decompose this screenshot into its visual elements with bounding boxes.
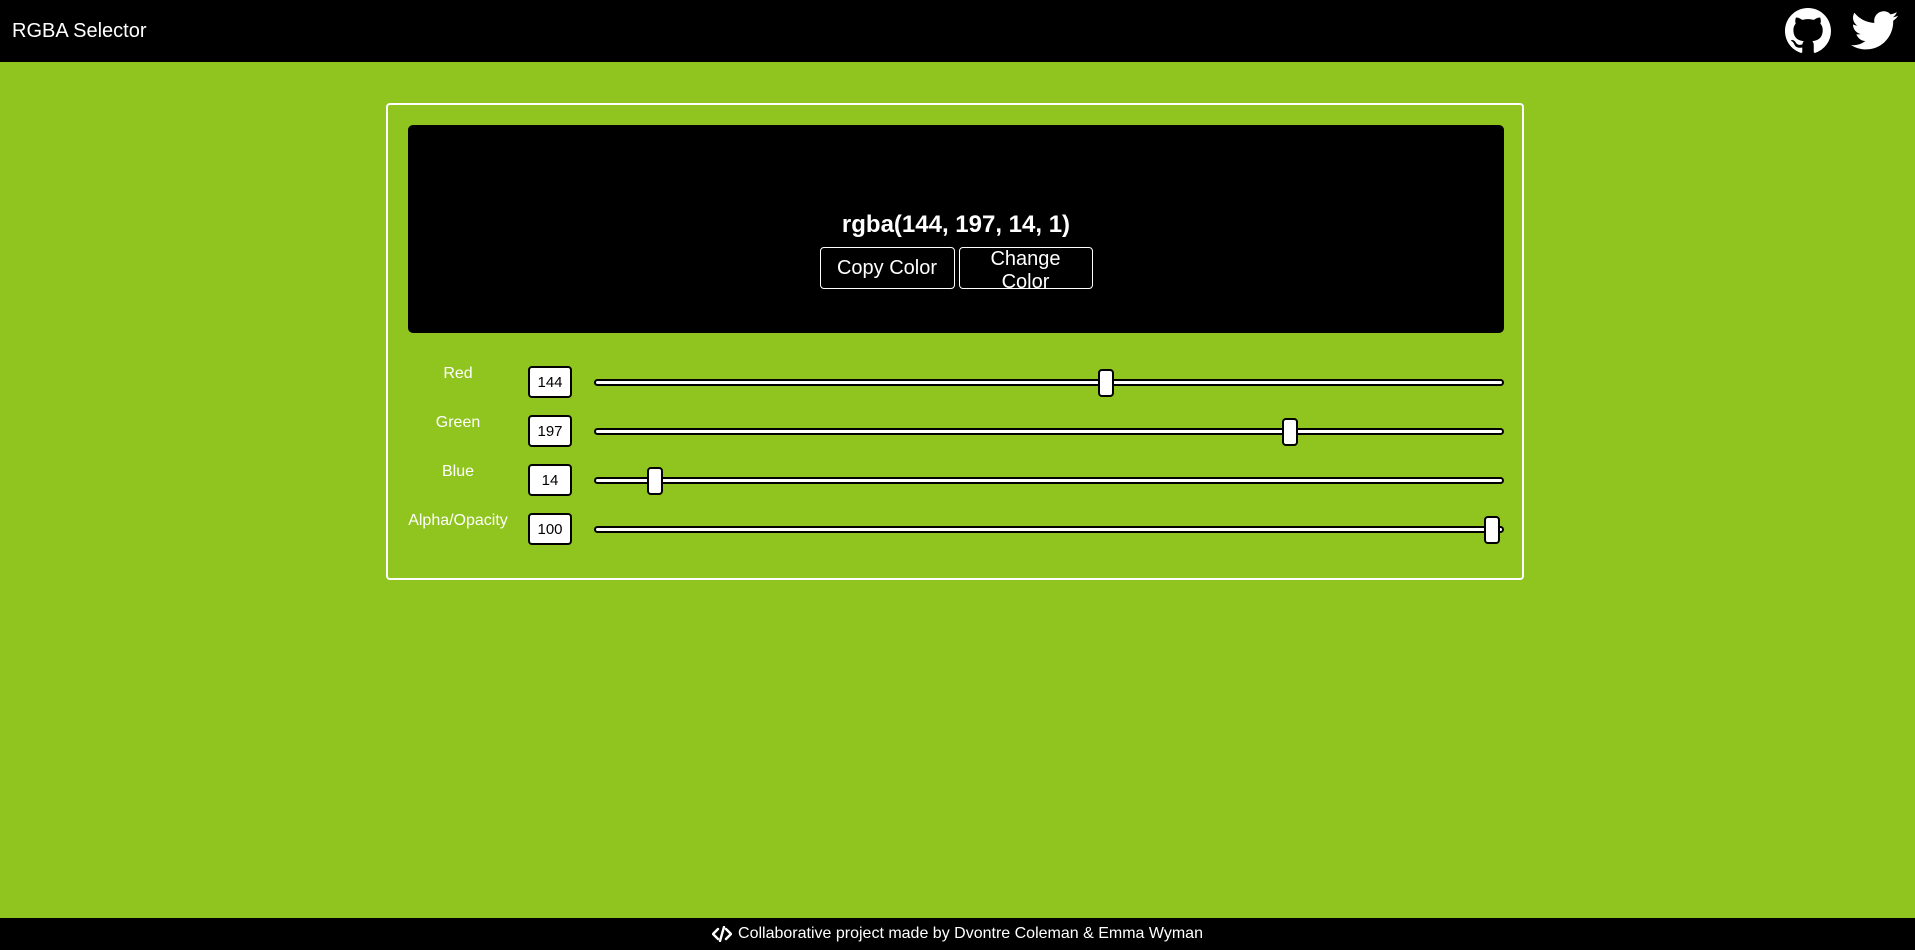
preview-button-group: Copy Color Change Color bbox=[408, 247, 1504, 293]
footer-bar: Collaborative project made by Dvontre Co… bbox=[0, 918, 1915, 950]
alpha-slider[interactable] bbox=[594, 516, 1504, 544]
github-icon bbox=[1785, 8, 1831, 53]
github-link[interactable] bbox=[1784, 8, 1832, 54]
alpha-value-input[interactable] bbox=[528, 513, 572, 545]
slider-label-green: Green bbox=[435, 414, 481, 431]
slider-label-alpha: Alpha/Opacity bbox=[408, 512, 508, 529]
slider-row-green: Green bbox=[408, 413, 1504, 449]
slider-label-blue: Blue bbox=[441, 463, 475, 480]
alpha-slider-thumb[interactable] bbox=[1484, 516, 1500, 544]
green-slider[interactable] bbox=[594, 418, 1504, 446]
app-title[interactable]: RGBA Selector bbox=[12, 19, 147, 43]
green-slider-thumb[interactable] bbox=[1282, 418, 1299, 446]
red-slider[interactable] bbox=[594, 369, 1504, 397]
change-color-button[interactable]: Change Color bbox=[958, 247, 1093, 293]
color-preview-panel: rgba(144, 197, 14, 1) Copy Color Change … bbox=[408, 125, 1504, 333]
blue-slider-thumb[interactable] bbox=[646, 467, 663, 495]
slider-row-alpha: Alpha/Opacity bbox=[408, 511, 1504, 547]
slider-row-blue: Blue bbox=[408, 462, 1504, 498]
red-slider-thumb[interactable] bbox=[1098, 369, 1115, 397]
top-navbar: RGBA Selector bbox=[0, 0, 1915, 62]
twitter-icon bbox=[1851, 11, 1899, 50]
code-icon bbox=[712, 926, 733, 942]
rgba-value-text: rgba(144, 197, 14, 1) bbox=[841, 211, 1071, 238]
red-value-input[interactable] bbox=[528, 366, 572, 398]
blue-value-input[interactable] bbox=[528, 464, 572, 496]
green-value-input[interactable] bbox=[528, 415, 572, 447]
footer-credit-text: Collaborative project made by Dvontre Co… bbox=[738, 925, 1203, 942]
twitter-link[interactable] bbox=[1851, 8, 1899, 54]
slider-label-red: Red bbox=[443, 365, 473, 382]
copy-color-button[interactable]: Copy Color bbox=[819, 247, 955, 289]
slider-row-red: Red bbox=[408, 364, 1504, 400]
blue-slider[interactable] bbox=[594, 467, 1504, 495]
color-selector-card: rgba(144, 197, 14, 1) Copy Color Change … bbox=[386, 103, 1524, 580]
